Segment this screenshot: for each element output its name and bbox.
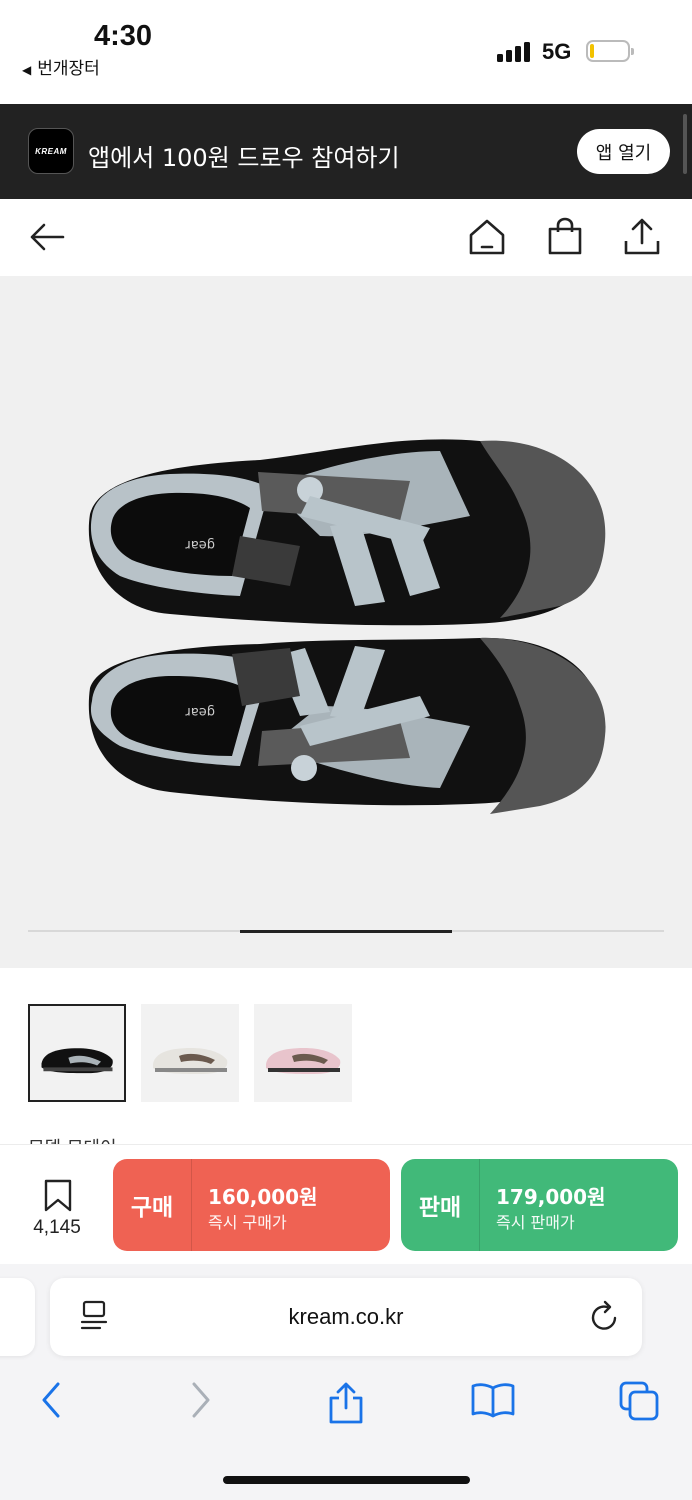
- buy-price: 160,000원: [208, 1185, 318, 1209]
- buy-label: 구매: [130, 1195, 174, 1221]
- banner-message: 앱에서 100원 드로우 참여하기: [88, 144, 400, 172]
- share-icon[interactable]: [622, 217, 662, 257]
- home-icon[interactable]: [467, 217, 507, 257]
- svg-text:gear: gear: [185, 537, 215, 552]
- sell-label: 판매: [418, 1195, 462, 1221]
- sell-subtitle: 즉시 판매가: [496, 1213, 575, 1232]
- colorway-thumbnails: 모델 모데이: [0, 968, 692, 1159]
- bookmarks-icon[interactable]: [470, 1380, 516, 1425]
- product-image-carousel[interactable]: gear gear: [0, 276, 692, 968]
- status-time: 4:30: [94, 20, 153, 52]
- kream-logo: KREAM: [28, 128, 74, 174]
- url-text: kream.co.kr: [288, 1304, 404, 1329]
- bookmark-icon: [44, 1179, 72, 1212]
- carousel-page-indicator: [28, 929, 664, 933]
- share-icon[interactable]: [326, 1380, 366, 1429]
- carousel-active-segment: [240, 929, 452, 933]
- back-to-app-link[interactable]: ◀ 번개장터: [22, 54, 100, 79]
- buy-subtitle: 즉시 구매가: [208, 1213, 287, 1232]
- signal-strength-icon: [497, 42, 533, 62]
- product-header-nav: [0, 199, 692, 276]
- network-type: 5G: [542, 39, 572, 64]
- reload-icon[interactable]: [590, 1300, 620, 1339]
- thumbnail-white-colorway[interactable]: [141, 1004, 239, 1102]
- back-arrow-icon[interactable]: [27, 217, 67, 257]
- home-indicator: [223, 1476, 470, 1484]
- browser-chrome: kream.co.kr: [0, 1264, 692, 1500]
- sell-price: 179,000원: [496, 1185, 606, 1209]
- status-bar: 4:30 ◀ 번개장터 5G: [0, 0, 692, 104]
- shopping-bag-icon[interactable]: [545, 217, 585, 257]
- sell-button[interactable]: 판매 179,000원 즉시 판매가: [401, 1159, 678, 1251]
- battery-icon: [586, 40, 634, 62]
- address-bar[interactable]: kream.co.kr: [50, 1278, 642, 1356]
- back-triangle-icon: ◀: [22, 63, 32, 77]
- scroll-indicator: [683, 114, 687, 174]
- back-icon[interactable]: [38, 1380, 64, 1425]
- previous-tab-peek[interactable]: [0, 1278, 35, 1356]
- back-app-label: 번개장터: [37, 59, 100, 79]
- wish-count: 4,145: [33, 1217, 81, 1238]
- wishlist-button[interactable]: 4,145: [26, 1177, 88, 1238]
- app-download-banner: KREAM 앱에서 100원 드로우 참여하기 앱 열기: [0, 104, 692, 199]
- buy-button[interactable]: 구매 160,000원 즉시 구매가: [113, 1159, 390, 1251]
- thumbnail-pink-colorway[interactable]: [254, 1004, 352, 1102]
- thumbnail-black-colorway[interactable]: [28, 1004, 126, 1102]
- svg-text:gear: gear: [185, 704, 215, 719]
- forward-icon[interactable]: [188, 1380, 214, 1425]
- product-shoes-image: gear gear: [88, 439, 606, 814]
- open-app-button[interactable]: 앱 열기: [577, 129, 670, 174]
- purchase-action-bar: 4,145 구매 160,000원 즉시 구매가 판매 179,000원 즉시 …: [0, 1144, 692, 1264]
- tabs-icon[interactable]: [618, 1380, 660, 1427]
